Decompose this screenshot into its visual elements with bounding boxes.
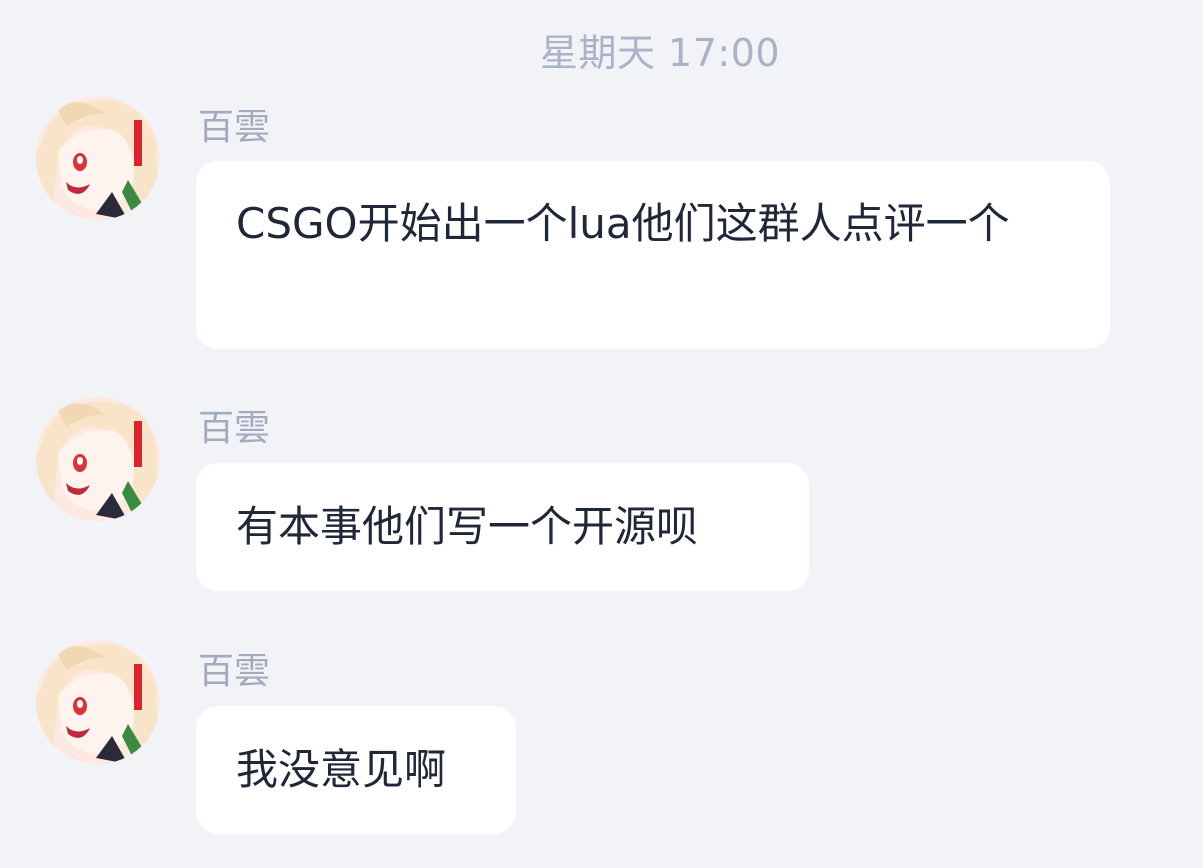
message-text: 我没意见啊: [236, 745, 447, 794]
message-text: 有本事他们写一个开源呗: [236, 502, 699, 551]
message-item: 百雲 有本事他们写一个开源呗: [0, 397, 1203, 597]
message-bubble[interactable]: 我没意见啊: [196, 706, 516, 834]
anime-girl-avatar-icon[interactable]: [36, 96, 160, 220]
anime-girl-avatar-icon[interactable]: [36, 640, 160, 764]
anime-girl-avatar-icon[interactable]: [36, 397, 160, 521]
message-bubble[interactable]: 有本事他们写一个开源呗: [196, 463, 809, 591]
sender-name: 百雲: [198, 408, 271, 449]
message-text: CSGO开始出一个lua他们这群人点评一个: [236, 199, 1010, 248]
sender-name: 百雲: [198, 651, 271, 692]
message-bubble[interactable]: CSGO开始出一个lua他们这群人点评一个: [196, 161, 1110, 349]
chat-view: 星期天 17:00 百雲 CSGO开始出一个lua他们这群人点评一个 百雲 有本…: [0, 0, 1203, 868]
message-item: 百雲 我没意见啊: [0, 640, 1203, 840]
sender-name: 百雲: [198, 107, 271, 148]
chat-timestamp: 星期天 17:00: [539, 31, 781, 75]
message-item: 百雲 CSGO开始出一个lua他们这群人点评一个: [0, 96, 1203, 356]
